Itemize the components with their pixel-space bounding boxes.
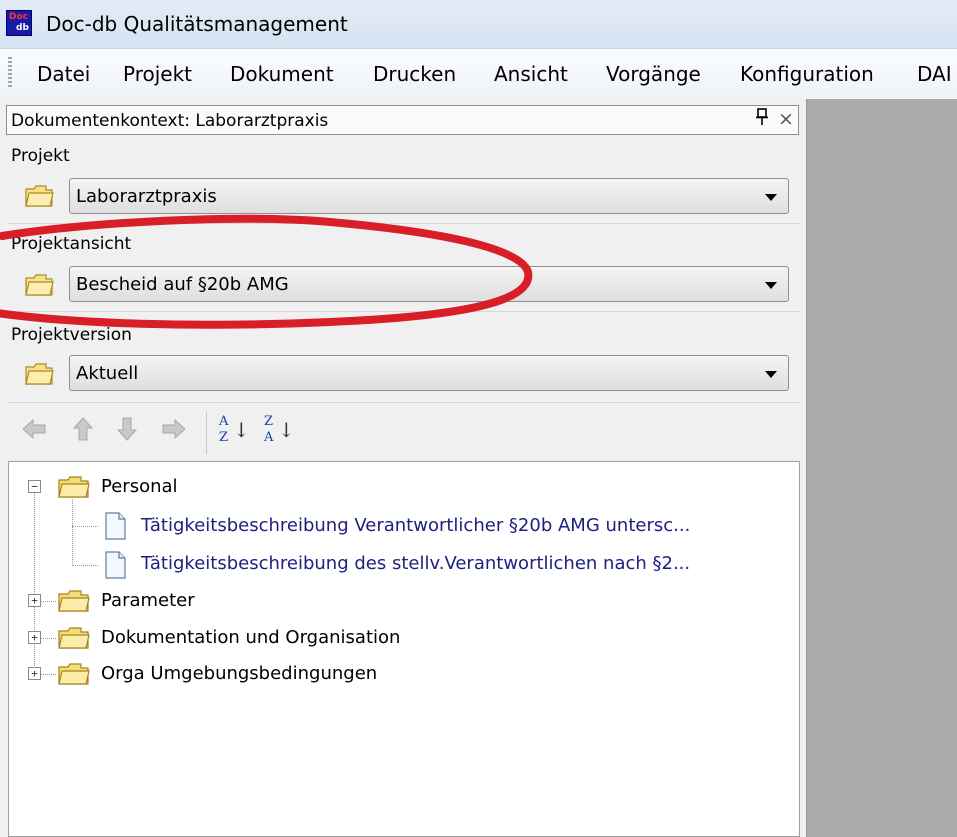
pin-icon[interactable] <box>755 108 769 131</box>
tree-line <box>41 674 56 675</box>
chevron-down-icon[interactable] <box>765 371 777 378</box>
tree-line <box>72 499 73 566</box>
menu-vorgaenge[interactable]: Vorgänge <box>606 62 701 86</box>
sort-za-bottom: A <box>264 430 274 445</box>
tree-line <box>41 601 56 602</box>
toolbar-separator <box>206 412 207 454</box>
folder-icon <box>57 661 91 691</box>
app-logo-line2: db <box>16 23 29 33</box>
expand-icon[interactable]: + <box>28 594 41 607</box>
menu-datei[interactable]: Datei <box>37 62 90 86</box>
document-tree: − Personal Tätigkeitsbeschreibung Verant… <box>8 461 800 837</box>
arrow-up-icon[interactable] <box>70 416 96 446</box>
folder-icon <box>24 272 54 302</box>
project-version-combobox-value: Aktuell <box>76 363 139 384</box>
arrow-left-icon[interactable] <box>21 416 47 446</box>
arrow-right-icon[interactable] <box>161 416 187 446</box>
folder-icon <box>57 625 91 655</box>
tree-line <box>41 638 56 639</box>
chevron-down-icon[interactable] <box>765 194 777 201</box>
expand-icon[interactable]: + <box>28 667 41 680</box>
arrow-down-icon[interactable] <box>114 416 140 446</box>
folder-icon <box>57 588 91 618</box>
collapse-icon[interactable]: − <box>28 480 41 493</box>
panel-header: Dokumentenkontext: Laborarztpraxis × <box>6 105 799 135</box>
close-icon[interactable]: × <box>778 108 794 130</box>
app-logo-line1: Doc <box>9 12 28 22</box>
window-title: Doc-db Qualitätsmanagement <box>46 12 348 36</box>
menu-projekt[interactable]: Projekt <box>123 62 192 86</box>
project-view-label: Projektansicht <box>11 234 132 254</box>
menu-dokument[interactable]: Dokument <box>230 62 334 86</box>
folder-icon <box>24 183 54 213</box>
workspace-area <box>807 99 957 837</box>
sort-az-bottom: Z <box>219 430 229 445</box>
expand-icon[interactable]: + <box>28 631 41 644</box>
tree-node-label: Personal <box>101 476 178 497</box>
project-version-combobox[interactable]: Aktuell <box>69 355 789 391</box>
sort-down-arrow-icon: ↓ <box>233 418 250 442</box>
tree-leaf-label: Tätigkeitsbeschreibung Verantwortlicher … <box>141 515 691 536</box>
project-view-combobox-value: Bescheid auf §20b AMG <box>76 274 289 295</box>
project-view-combobox[interactable]: Bescheid auf §20b AMG <box>69 266 789 302</box>
project-version-label: Projektversion <box>11 325 132 345</box>
menu-ansicht[interactable]: Ansicht <box>494 62 568 86</box>
menu-dai[interactable]: DAI <box>917 62 952 86</box>
document-icon <box>103 512 127 544</box>
tree-line <box>34 490 35 674</box>
tree-line <box>72 526 98 527</box>
document-icon <box>103 551 127 583</box>
sort-down-arrow-icon: ↓ <box>278 418 295 442</box>
project-combobox-value: Laborarztpraxis <box>76 186 217 207</box>
sort-az-top: A <box>219 414 229 429</box>
sort-az-icon[interactable]: A Z ↓ <box>217 414 250 454</box>
menu-konfiguration[interactable]: Konfiguration <box>740 62 874 86</box>
sort-za-top: Z <box>264 414 274 429</box>
app-logo-icon: Doc db <box>6 10 32 36</box>
tree-line <box>72 565 98 566</box>
folder-open-icon <box>57 474 91 504</box>
divider <box>8 311 800 312</box>
panel-title: Dokumentenkontext: Laborarztpraxis <box>11 111 329 131</box>
divider <box>8 223 800 224</box>
title-bar: Doc db Doc-db Qualitätsmanagement <box>0 0 957 49</box>
tree-node-label: Parameter <box>101 590 195 611</box>
project-label: Projekt <box>11 146 70 166</box>
folder-icon <box>24 361 54 391</box>
chevron-down-icon[interactable] <box>765 282 777 289</box>
tree-node-label: Orga Umgebungsbedingungen <box>101 663 378 684</box>
tree-leaf-label: Tätigkeitsbeschreibung des stellv.Verant… <box>141 553 691 574</box>
menu-drucken[interactable]: Drucken <box>373 62 456 86</box>
tree-node-label: Dokumentation und Organisation <box>101 627 401 648</box>
project-combobox[interactable]: Laborarztpraxis <box>69 178 789 214</box>
sort-za-icon[interactable]: Z A ↓ <box>262 414 295 454</box>
divider <box>8 402 800 403</box>
toolbar-grip-icon[interactable] <box>8 57 12 89</box>
menu-bar: Datei Projekt Dokument Drucken Ansicht V… <box>0 49 957 100</box>
